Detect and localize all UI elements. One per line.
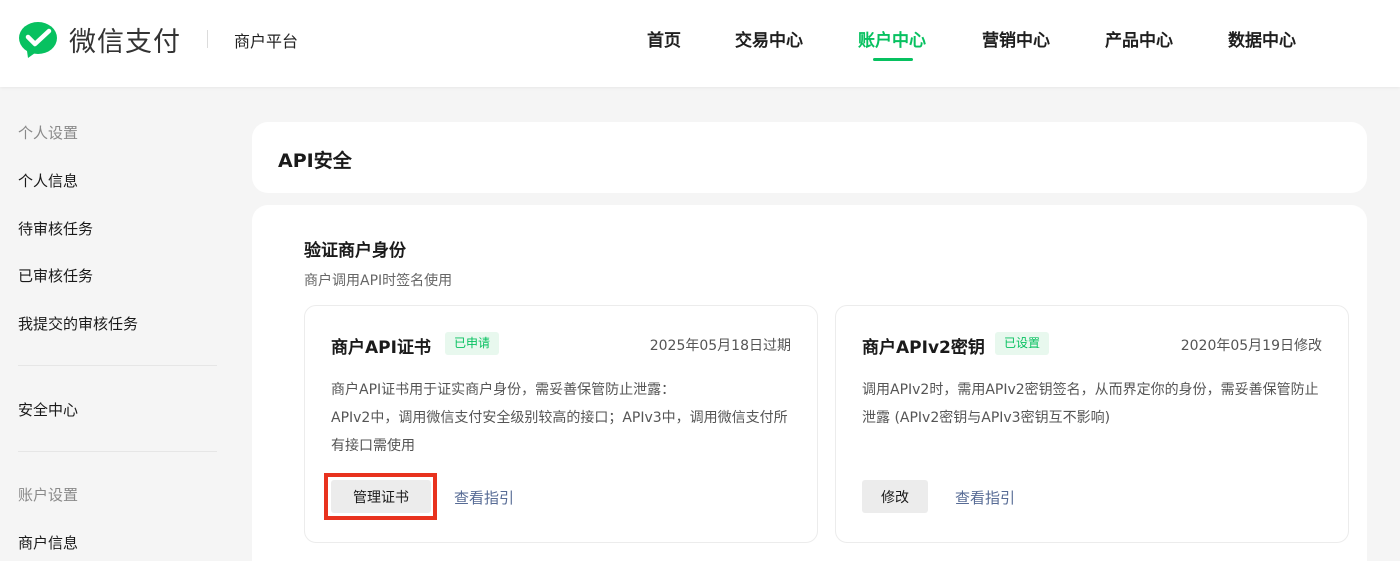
- card-title: 商户API证书: [331, 338, 431, 358]
- sidebar-item-reviewed-tasks[interactable]: 已审核任务: [18, 265, 93, 286]
- nav-data-center[interactable]: 数据中心: [1228, 26, 1296, 51]
- sidebar-group-personal: 个人设置: [18, 124, 79, 142]
- platform-name: 商户平台: [234, 32, 299, 51]
- nav-active-indicator: [873, 58, 913, 61]
- sidebar: 个人设置 个人信息 待审核任务 已审核任务 我提交的审核任务 安全中心 账户设置…: [0, 87, 235, 561]
- nav-home[interactable]: 首页: [647, 26, 681, 51]
- apiv2-key-card: 商户APIv2密钥 已设置 2020年05月19日修改 调用APIv2时，需用A…: [835, 305, 1349, 543]
- view-guide-link[interactable]: 查看指引: [955, 487, 1015, 508]
- view-guide-link[interactable]: 查看指引: [454, 487, 514, 508]
- modify-button[interactable]: 修改: [862, 480, 928, 513]
- card-title: 商户APIv2密钥: [862, 338, 985, 358]
- page-title: API安全: [278, 150, 352, 172]
- highlight-box: [324, 473, 437, 520]
- sidebar-item-merchant-info[interactable]: 商户信息: [18, 532, 78, 553]
- status-badge: 已设置: [995, 332, 1050, 355]
- nav-trade-center[interactable]: 交易中心: [735, 26, 803, 51]
- card-description: 调用APIv2时，需用APIv2密钥签名，从而界定你的身份，需妥善保管防止泄露 …: [862, 376, 1330, 432]
- brand-divider: [207, 30, 208, 48]
- sidebar-group-account: 账户设置: [18, 486, 79, 504]
- nav-marketing-center[interactable]: 营销中心: [982, 26, 1050, 51]
- brand-name: 微信支付: [69, 27, 181, 58]
- nav-account-center[interactable]: 账户中心: [858, 26, 926, 51]
- page-title-card: API安全: [252, 122, 1367, 193]
- status-badge: 已申请: [445, 332, 500, 355]
- sidebar-item-my-submitted-tasks[interactable]: 我提交的审核任务: [18, 313, 138, 334]
- section-title: 验证商户身份: [304, 241, 406, 261]
- card-description-line: 商户API证书用于证实商户身份，需妥善保管防止泄露： APIv2中，调用微信支付…: [331, 382, 788, 454]
- sidebar-divider: [18, 451, 217, 452]
- nav-product-center[interactable]: 产品中心: [1105, 26, 1173, 51]
- sidebar-item-security-center[interactable]: 安全中心: [18, 399, 78, 420]
- sidebar-item-pending-tasks[interactable]: 待审核任务: [18, 218, 93, 239]
- card-description: 商户API证书用于证实商户身份，需妥善保管防止泄露： APIv2中，调用微信支付…: [331, 376, 799, 460]
- sidebar-divider: [18, 365, 217, 366]
- card-date: 2020年05月19日修改: [1180, 338, 1322, 354]
- card-date: 2025年05月18日过期: [649, 338, 791, 354]
- sidebar-item-personal-info[interactable]: 个人信息: [18, 170, 78, 191]
- top-header: 微信支付 商户平台 首页 交易中心 账户中心 营销中心 产品中心 数据中心: [0, 0, 1400, 87]
- card-description-line: 调用APIv2时，需用APIv2密钥签名，从而界定你的身份，需妥善保管防止泄露 …: [862, 382, 1319, 426]
- section-subtitle: 商户调用API时签名使用: [304, 273, 453, 289]
- wechat-pay-logo-icon: [19, 22, 57, 58]
